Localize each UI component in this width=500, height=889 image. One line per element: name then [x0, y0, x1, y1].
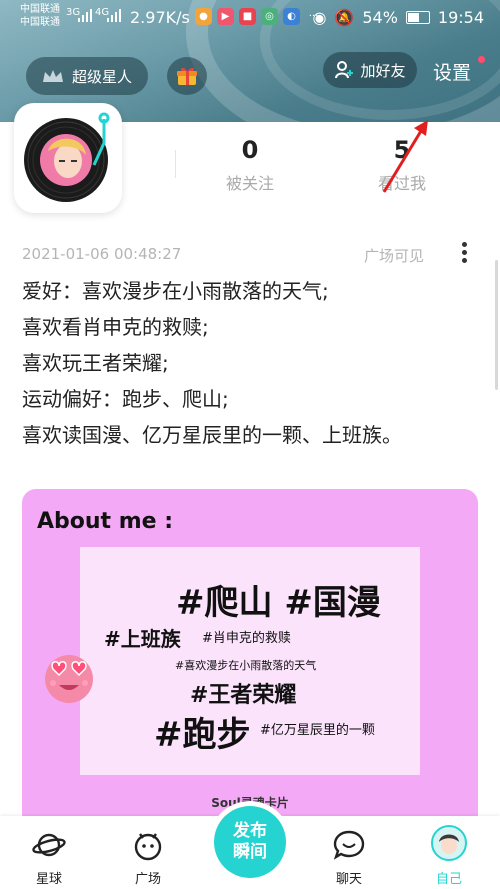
publish-moment-button[interactable]: 发布 瞬间 — [214, 806, 286, 878]
status-right: ◉ 🔕 54% 19:54 — [312, 8, 484, 27]
card-title: About me : — [37, 509, 174, 534]
about-me-card[interactable]: About me : #爬山 #国漫 #上班族 #肖申克的救赎 #喜欢漫步在小雨… — [22, 489, 478, 829]
tag-small: #肖申克的救赎 — [202, 631, 291, 646]
add-friend-label: 加好友 — [360, 61, 406, 80]
tag-large: #爬山 #国漫 — [176, 583, 381, 623]
network-speed: 2.97K/s — [130, 8, 190, 27]
vinyl-avatar — [24, 112, 110, 202]
notification-icons: ● ▶ ■ ◎ ◐ ··· — [195, 8, 322, 25]
tab-me-label: 自己 — [435, 872, 462, 887]
tab-planet-label: 星球 — [35, 872, 62, 887]
followers-label: 被关注 — [225, 174, 274, 193]
tab-planet[interactable]: 星球 — [14, 816, 84, 889]
wallet-notify-icon: ◎ — [261, 8, 278, 25]
tag-large: #跑步 — [154, 715, 251, 755]
post-content: 爱好：喜欢漫步在小雨散落的天气; 喜欢看肖申克的救赎; 喜欢玩王者荣耀; 运动偏… — [22, 281, 492, 461]
app-notify-icon: ● — [195, 8, 212, 25]
heart-eyes-emoji — [45, 655, 93, 703]
tab-chat[interactable]: 聊天 — [314, 816, 384, 889]
planet-icon — [32, 833, 66, 857]
settings-button[interactable]: 设置 — [433, 58, 471, 85]
signal-icon-2 — [107, 9, 121, 22]
clock: 19:54 — [437, 8, 484, 27]
super-star-button[interactable]: 超级星人 — [26, 57, 148, 95]
tab-square-label: 广场 — [134, 872, 161, 887]
post-line: 喜欢读国漫、亿万星辰里的一颗、上班族。 — [22, 423, 402, 447]
gift-icon — [177, 67, 197, 85]
post-timestamp: 2021-01-06 00:48:27 — [22, 245, 182, 263]
post-visibility: 广场可见 — [364, 247, 425, 265]
annotation-arrow — [382, 120, 428, 193]
more-vertical-icon[interactable] — [459, 242, 469, 266]
post-line: 运动偏好：跑步、爬山; — [22, 387, 229, 411]
tab-me[interactable]: 自己 — [414, 816, 484, 889]
post-line: 爱好：喜欢漫步在小雨散落的天气; — [22, 279, 329, 303]
video-notify-icon: ▶ — [217, 8, 234, 25]
publish-label-line1: 发布 — [233, 821, 267, 841]
signal-icon — [78, 9, 92, 22]
mute-bell-icon: 🔕 — [334, 8, 355, 27]
followers-count: 0 — [241, 136, 259, 164]
card-tag-panel: #爬山 #国漫 #上班族 #肖申克的救赎 #喜欢漫步在小雨散落的天气 #王者荣耀… — [80, 547, 420, 775]
gift-button[interactable] — [167, 57, 207, 95]
scrollbar[interactable] — [495, 260, 498, 390]
followers-stat[interactable]: 0 被关注 — [200, 136, 300, 194]
post-line: 喜欢看肖申克的救赎; — [22, 315, 209, 339]
tag-medium: #王者荣耀 — [190, 683, 297, 708]
settings-notification-dot — [478, 56, 485, 63]
news-notify-icon: ■ — [239, 8, 256, 25]
tab-square[interactable]: 广场 — [113, 816, 183, 889]
eye-icon: ◉ — [312, 8, 327, 27]
battery-icon — [405, 11, 430, 24]
profile-avatar — [431, 825, 467, 861]
tab-chat-label: 聊天 — [335, 872, 362, 887]
add-person-icon — [335, 61, 354, 79]
carrier-info: 中国联通 中国联通 — [20, 3, 60, 29]
tag-small: #亿万星辰里的一颗 — [260, 723, 375, 738]
status-bar: 中国联通 中国联通 3G 4G 2.97K/s ● ▶ ■ ◎ ◐ ··· ◉ … — [0, 0, 500, 34]
super-star-label: 超级星人 — [71, 67, 132, 86]
tag-small: #喜欢漫步在小雨散落的天气 — [175, 659, 317, 672]
post-line: 喜欢玩王者荣耀; — [22, 351, 169, 375]
carrier-2: 中国联通 — [20, 17, 60, 28]
browser-notify-icon: ◐ — [283, 8, 300, 25]
avatar-card[interactable] — [14, 103, 122, 213]
battery-percent: 54% — [362, 8, 398, 27]
crown-icon — [42, 70, 63, 82]
add-friend-button[interactable]: 加好友 — [323, 52, 417, 88]
stat-divider — [175, 150, 176, 178]
carrier-1: 中国联通 — [20, 4, 60, 15]
chat-icon — [333, 830, 365, 860]
publish-label-line2: 瞬间 — [233, 842, 267, 862]
tag-medium: #上班族 — [104, 627, 181, 651]
square-icon — [134, 833, 162, 861]
